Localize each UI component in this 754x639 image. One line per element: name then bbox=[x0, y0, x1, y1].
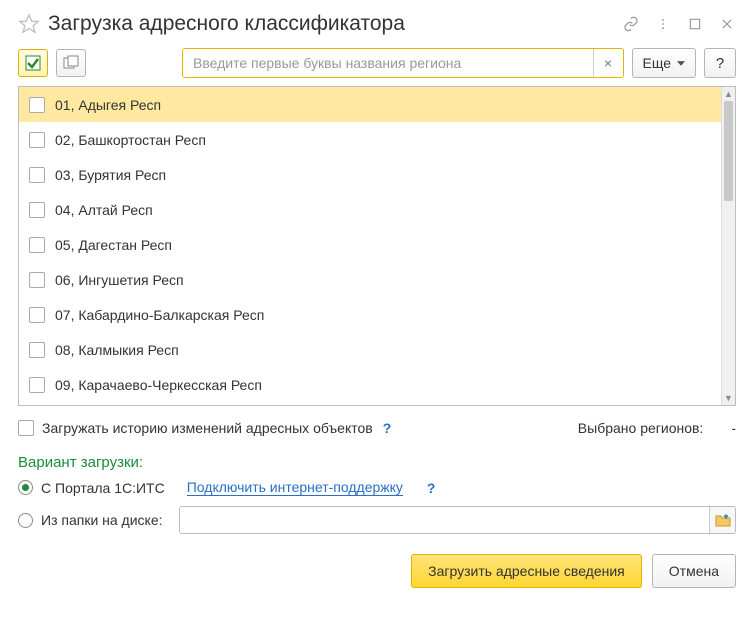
region-label: 04, Алтай Респ bbox=[55, 202, 153, 218]
region-row[interactable]: 05, Дагестан Респ bbox=[19, 227, 721, 262]
region-row[interactable]: 06, Ингушетия Респ bbox=[19, 262, 721, 297]
region-label: 02, Башкортостан Респ bbox=[55, 132, 206, 148]
selected-regions-value: - bbox=[711, 420, 736, 436]
history-label: Загружать историю изменений адресных объ… bbox=[42, 420, 373, 436]
region-checkbox[interactable] bbox=[29, 377, 45, 393]
cancel-button[interactable]: Отмена bbox=[652, 554, 736, 588]
link-icon[interactable] bbox=[622, 15, 640, 33]
region-checkbox[interactable] bbox=[29, 167, 45, 183]
toolbar: × Еще ? bbox=[18, 48, 736, 78]
help-button[interactable]: ? bbox=[704, 48, 736, 78]
region-list: 01, Адыгея Респ 02, Башкортостан Респ 03, … bbox=[19, 87, 721, 405]
history-checkbox[interactable] bbox=[18, 420, 34, 436]
region-checkbox[interactable] bbox=[29, 307, 45, 323]
variant-folder-row: Из папки на диске: bbox=[18, 506, 736, 534]
region-row[interactable]: 02, Башкортостан Респ bbox=[19, 122, 721, 157]
radio-portal[interactable] bbox=[18, 480, 33, 495]
search-input[interactable] bbox=[183, 49, 593, 77]
region-row[interactable]: 08, Калмыкия Респ bbox=[19, 332, 721, 367]
region-checkbox[interactable] bbox=[29, 342, 45, 358]
scroll-up-icon[interactable]: ▲ bbox=[722, 87, 735, 101]
radio-portal-label: С Портала 1С:ИТС bbox=[41, 480, 165, 496]
select-all-button[interactable] bbox=[18, 49, 48, 77]
variant-title: Вариант загрузки: bbox=[18, 454, 736, 471]
scrollbar[interactable]: ▲ ▼ bbox=[721, 87, 735, 405]
radio-folder[interactable] bbox=[18, 513, 33, 528]
region-label: 06, Ингушетия Респ bbox=[55, 272, 184, 288]
region-label: 09, Карачаево-Черкесская Респ bbox=[55, 377, 262, 393]
radio-folder-label: Из папки на диске: bbox=[41, 512, 171, 528]
more-button-label: Еще bbox=[643, 55, 672, 71]
kebab-menu-icon[interactable] bbox=[654, 15, 672, 33]
folder-path-input[interactable] bbox=[180, 507, 709, 533]
region-label: 07, Кабардино-Балкарская Респ bbox=[55, 307, 264, 323]
deselect-all-button[interactable] bbox=[56, 49, 86, 77]
maximize-icon[interactable] bbox=[686, 15, 704, 33]
portal-help-icon[interactable]: ? bbox=[425, 480, 438, 496]
region-label: 01, Адыгея Респ bbox=[55, 97, 161, 113]
options-row: Загружать историю изменений адресных объ… bbox=[18, 420, 736, 436]
region-checkbox[interactable] bbox=[29, 97, 45, 113]
region-row[interactable]: 04, Алтай Респ bbox=[19, 192, 721, 227]
region-label: 03, Бурятия Респ bbox=[55, 167, 166, 183]
region-row[interactable]: 01, Адыгея Респ bbox=[19, 87, 721, 122]
close-icon[interactable] bbox=[718, 15, 736, 33]
scroll-thumb[interactable] bbox=[724, 101, 733, 201]
region-row[interactable]: 09, Карачаево-Черкесская Респ bbox=[19, 367, 721, 402]
search-field: × bbox=[182, 48, 624, 78]
window-title: Загрузка адресного классификатора bbox=[48, 12, 622, 36]
region-row[interactable]: 07, Кабардино-Балкарская Респ bbox=[19, 297, 721, 332]
region-list-container: 01, Адыгея Респ 02, Башкортостан Респ 03, … bbox=[18, 86, 736, 406]
region-checkbox[interactable] bbox=[29, 202, 45, 218]
connect-support-link[interactable]: Подключить интернет-поддержку bbox=[187, 479, 403, 496]
footer: Загрузить адресные сведения Отмена bbox=[18, 554, 736, 588]
selected-regions-label: Выбрано регионов: bbox=[578, 420, 704, 436]
region-checkbox[interactable] bbox=[29, 132, 45, 148]
variant-portal-row: С Портала 1С:ИТС Подключить интернет-под… bbox=[18, 479, 736, 496]
clear-search-icon[interactable]: × bbox=[593, 49, 623, 77]
more-button[interactable]: Еще bbox=[632, 48, 697, 78]
region-label: 05, Дагестан Респ bbox=[55, 237, 172, 253]
favorite-star-icon[interactable] bbox=[18, 13, 40, 35]
region-row[interactable]: 03, Бурятия Респ bbox=[19, 157, 721, 192]
titlebar: Загрузка адресного классификатора bbox=[18, 12, 736, 36]
load-button[interactable]: Загрузить адресные сведения bbox=[411, 554, 642, 588]
history-help-icon[interactable]: ? bbox=[381, 420, 394, 436]
scroll-down-icon[interactable]: ▼ bbox=[722, 391, 735, 405]
region-checkbox[interactable] bbox=[29, 272, 45, 288]
browse-folder-icon[interactable] bbox=[709, 507, 735, 533]
region-label: 08, Калмыкия Респ bbox=[55, 342, 179, 358]
region-checkbox[interactable] bbox=[29, 237, 45, 253]
